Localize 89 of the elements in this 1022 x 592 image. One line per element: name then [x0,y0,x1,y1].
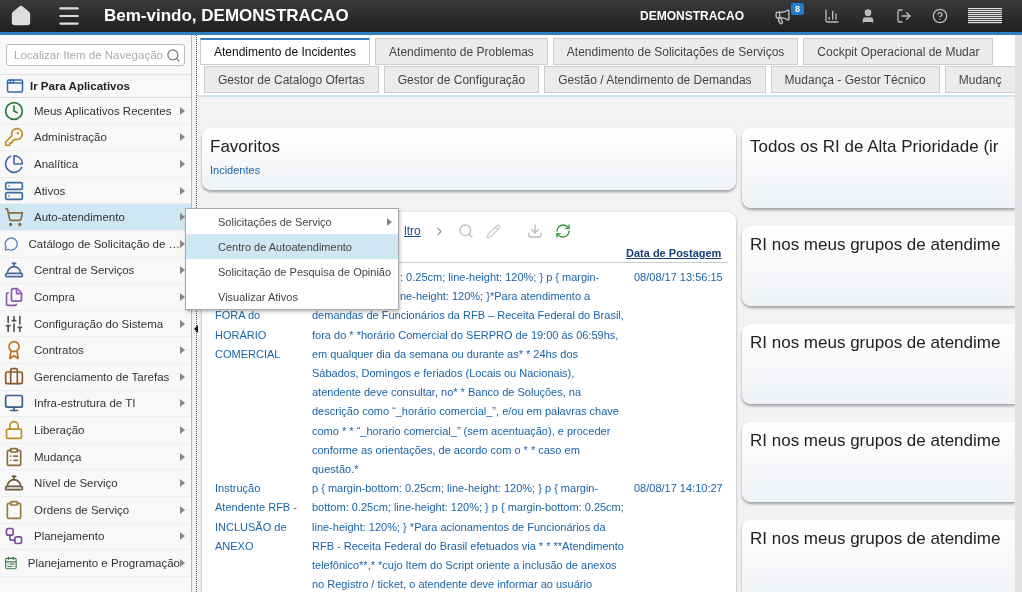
sidebar-item-label: Administração [34,131,108,144]
server-icon [4,180,24,201]
documents-icon [4,286,24,307]
sidebar-item-label: Meus Aplicativos Recentes [34,104,173,117]
home-icon[interactable] [10,5,32,27]
briefcase-icon [4,366,24,387]
sidebar-item-label: Gerenciamento de Tarefas [34,370,171,383]
tab[interactable]: Gestor de Catalogo Ofertas [204,66,379,93]
card-title: RI nos meus grupos de atendime [750,430,1001,452]
sidebar-item[interactable]: Planejamento e Programação [0,550,191,577]
sidebar-item-label: Planejamento [34,530,106,543]
sidebar-item[interactable]: Infra-estrutura de TI [0,390,191,418]
sidebar-item-label: Configuração do Sistema [34,317,165,330]
tab[interactable]: Atendimento de Solicitações de Serviços [552,38,799,65]
card-title: Favoritos [210,136,280,158]
card-title: RI nos meus grupos de atendime [750,332,1001,354]
collapse-handle-icon[interactable] [194,325,198,333]
cart-icon [4,207,24,228]
table-cell-text: Instrução Atendente RFB - INCLUSÃO de ANEXO [215,481,298,554]
lock-icon [4,419,24,440]
sidebar-item[interactable]: Mudança [0,443,191,471]
table-cell-text: FORA do HORÁRIO COMERCIAL [215,308,282,362]
tab[interactable]: Cockpit Operacional de Mudar [803,38,994,65]
clipboard-icon [4,499,24,520]
table-cell: : 0.25cm; line-height: 120%; } p { margin- [400,271,600,283]
sidebar-item[interactable]: Analítica [0,151,191,178]
search-icon[interactable] [166,47,181,63]
sidebar-item-label: Ativos [34,184,67,197]
sliders-icon [4,313,24,334]
sidebar-item-label: Liberação [34,423,86,436]
tab[interactable]: Mudanç [944,66,1015,93]
tab[interactable]: Mudança - Gestor Técnico [770,66,940,93]
sidebar-item[interactable]: Meus Aplicativos Recentes [0,98,191,125]
sidebar-item[interactable]: Contratos [0,337,191,364]
chart-icon [4,154,24,174]
bar-chart-icon[interactable] [824,8,840,24]
favorite-link[interactable]: Incidentes [210,164,261,176]
card-title: Todos os RI de Alta Prioridade (ir [750,136,999,158]
help-icon[interactable] [932,8,948,24]
goto-apps-link[interactable]: Ir Para Aplicativos [30,80,130,92]
card-title: RI nos meus grupos de atendime [750,528,1001,550]
window-title: Bem-vindo, DEMONSTRACAO [104,6,349,26]
submenu-item[interactable]: Centro de Autoatendimento [186,234,398,259]
sidebar-item-label: Analítica [34,158,80,170]
search-field[interactable]: Localizar Item de Navegação [6,44,185,66]
bell-icon [4,260,24,281]
card-title: RI nos meus grupos de atendime [750,234,1001,256]
sidebar-item[interactable]: Ordens de Serviço [0,496,191,524]
monitor-icon [4,393,24,414]
sidebar-item-label: Planejamento e Programação [27,556,180,569]
sidebar-item[interactable]: Nível de Serviço [0,470,191,497]
tab[interactable]: Gestão / Atendimento de Demandas [544,66,766,93]
sidebar-item-label: Central de Serviços [34,264,136,277]
table-cell-text: p { margin-bottom: 0.25cm; line-height: 120%; } p { margin-bottom: 0.25cm; line-height: 120%; } p { margin-bottom: 0.25cm; line-height: 120%; } *Para acionamentos de Funcionários da RFB - Receita Federal do Brasil efetuados via * * **Atendimento telefônico**,* *cujo Item do Script oriente a inclusão de anexos no Registro / ticket, o atendente deve informar ao usuário [312,481,624,592]
sidebar-item-label: Mudança [34,450,83,463]
clipboard-icon [4,446,24,467]
sidebar-item-label: Catálogo de Solicitação de … [28,237,180,250]
sidebar-item-label: Auto-atendimento [34,211,126,224]
logout-icon[interactable] [896,8,912,24]
table-cell: ne-height: 120%; }*Para atendimento a [400,290,591,303]
filter-link[interactable]: ltro [404,224,421,238]
sidebar-item[interactable]: Planejamento [0,523,191,551]
user-name: DEMONSTRACAO [640,9,744,23]
key-icon [4,127,24,148]
sidebar-item[interactable]: Gerenciamento de Tarefas [0,363,191,391]
sidebar-item[interactable]: Liberação [0,417,191,444]
sidebar-item[interactable]: Administração [0,124,191,152]
sidebar-item-label: Ordens de Serviço [34,503,131,516]
tab[interactable]: Atendimento de Incidentes [200,38,371,65]
window-icon [6,77,24,95]
tab[interactable]: Atendimento de Problemas [375,38,548,65]
workflow-icon [4,526,24,547]
refresh-icon[interactable] [554,223,571,239]
sidebar-item-label: Contratos [34,344,85,357]
bell-icon [4,473,24,494]
table-cell-text: 08/08/17 13:56:15 [633,270,724,285]
notification-badge: 8 [791,3,804,15]
megaphone-icon[interactable] [774,7,791,25]
tab[interactable]: Gestor de Configuração [383,66,540,93]
clock-icon [4,100,24,121]
table-cell-text: 08/08/17 14:10:27 [633,481,724,497]
column-header[interactable]: Data de Postagem [626,247,726,259]
sidebar-item-label: Infra-estrutura de TI [34,397,137,410]
sidebar-item-label: Compra [34,290,76,303]
logo-icon [968,8,1002,24]
person-icon[interactable] [860,8,876,24]
sidebar-item[interactable]: Auto-atendimento [0,204,191,231]
sidebar-item-label: Nível de Serviço [34,477,119,490]
sidebar-item[interactable]: Configuração do Sistema [0,310,191,338]
